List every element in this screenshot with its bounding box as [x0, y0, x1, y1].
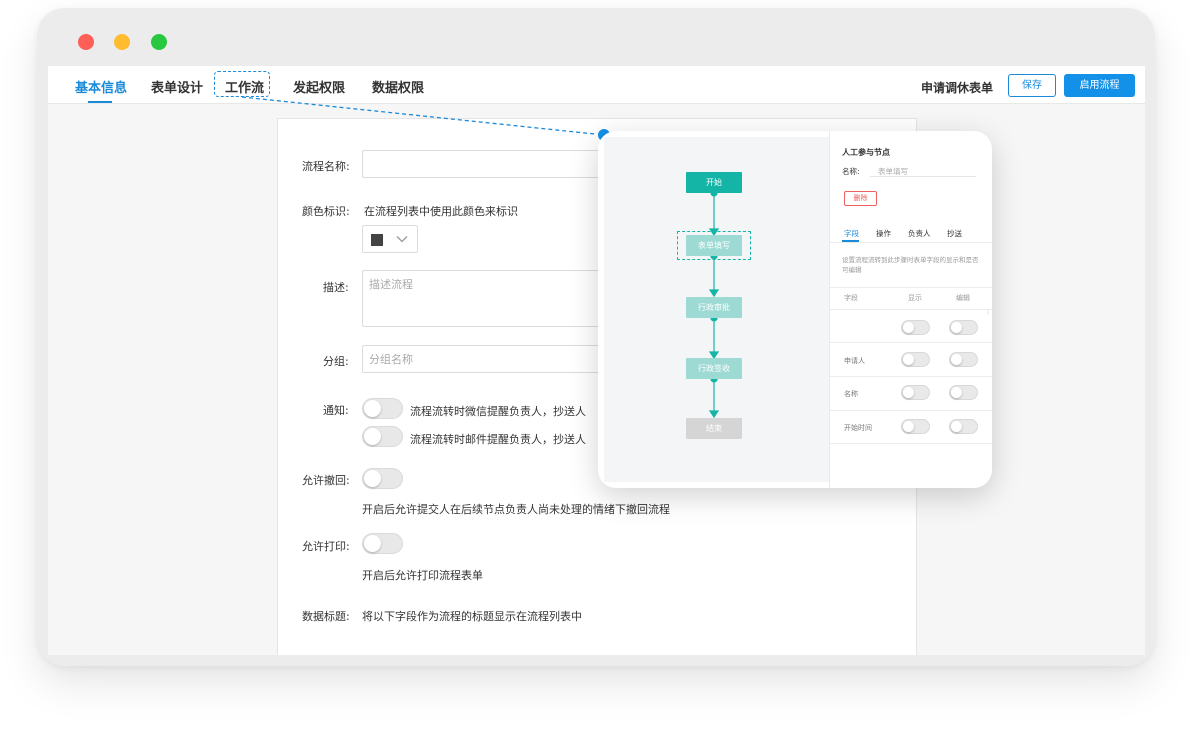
editable-toggle[interactable] — [949, 385, 978, 400]
description-label: 描述: — [323, 281, 349, 294]
visible-toggle[interactable] — [901, 385, 930, 400]
flow-node-end[interactable]: 结束 — [686, 418, 742, 439]
wechat-notify-text: 流程流转时微信提醒负责人，抄送人 — [410, 405, 586, 418]
notify-label: 通知: — [323, 404, 349, 417]
table-row-divider — [830, 342, 992, 343]
editable-toggle[interactable] — [949, 419, 978, 434]
node-name-label: 名称: — [842, 167, 860, 176]
node-settings-title: 人工参与节点 — [842, 148, 890, 157]
data-title-label: 数据标题: — [302, 610, 350, 623]
color-hint: 在流程列表中使用此颜色来标识 — [364, 205, 518, 218]
top-navigation: 基本信息 表单设计 工作流 发起权限 数据权限 申请调休表单 保存 启用流程 — [48, 66, 1145, 104]
table-divider — [830, 287, 992, 288]
email-notify-toggle[interactable] — [362, 426, 403, 447]
workflow-canvas: 开始 表单填写 行政审批 行政签收 结束 — [604, 137, 829, 482]
tab-form-design[interactable]: 表单设计 — [151, 77, 203, 96]
tab-launch-permission[interactable]: 发起权限 — [293, 77, 345, 96]
enable-workflow-button[interactable]: 启用流程 — [1064, 74, 1135, 97]
flow-node-admin-receipt[interactable]: 行政签收 — [686, 358, 742, 379]
form-title: 申请调休表单 — [921, 81, 994, 95]
column-header-editable: 编辑 — [956, 294, 970, 302]
withdraw-toggle[interactable] — [362, 468, 403, 489]
group-placeholder: 分组名称 — [369, 353, 413, 366]
table-row-field: 申请人 — [844, 357, 865, 365]
table-divider — [830, 309, 992, 310]
visible-toggle[interactable] — [901, 352, 930, 367]
scroll-indicator: ⋮ — [985, 309, 991, 316]
flow-node-form-fill[interactable]: 表单填写 — [686, 235, 742, 256]
tab-workflow[interactable]: 工作流 — [225, 77, 264, 96]
editable-toggle[interactable] — [949, 320, 978, 335]
visible-toggle[interactable] — [901, 419, 930, 434]
group-label: 分组: — [323, 355, 349, 368]
withdraw-hint: 开启后允许提交人在后续节点负责人尚未处理的情绪下撤回流程 — [362, 503, 670, 516]
print-label: 允许打印: — [302, 540, 350, 553]
table-row-field: 开始时间 — [844, 424, 872, 432]
node-settings-sidebar: 人工参与节点 名称: 表单填写 删除 字段 操作 负责人 抄送 设置流程流转到此… — [829, 131, 992, 488]
workflow-callout-panel: 开始 表单填写 行政审批 行政签收 结束 人工参与节点 名称: 表单填写 删除 … — [598, 131, 992, 488]
withdraw-label: 允许撤回: — [302, 474, 350, 487]
email-notify-text: 流程流转时邮件提醒负责人，抄送人 — [410, 433, 586, 446]
fields-description: 设置流程流转到此步骤时表单字段的显示和是否可编辑 — [842, 256, 979, 274]
tab-fields[interactable]: 字段 — [844, 228, 859, 239]
table-row-divider — [830, 410, 992, 411]
tab-cc[interactable]: 抄送 — [947, 228, 962, 239]
print-hint: 开启后允许打印流程表单 — [362, 569, 483, 582]
tab-data-permission[interactable]: 数据权限 — [372, 77, 424, 96]
column-header-field: 字段 — [844, 294, 858, 302]
maximize-window-button[interactable] — [151, 34, 167, 50]
description-placeholder: 描述流程 — [369, 278, 413, 291]
chevron-down-icon — [396, 236, 408, 243]
color-swatch — [371, 234, 383, 246]
delete-node-button[interactable]: 删除 — [844, 191, 877, 206]
tab-actions[interactable]: 操作 — [876, 228, 891, 239]
tab-assignee[interactable]: 负责人 — [908, 228, 931, 239]
table-row-field: 名称 — [844, 390, 858, 398]
node-name-underline — [870, 176, 976, 177]
tab-basic-info[interactable]: 基本信息 — [75, 77, 127, 96]
color-picker[interactable] — [362, 225, 418, 253]
visible-toggle[interactable] — [901, 320, 930, 335]
table-row-divider — [830, 376, 992, 377]
flow-node-admin-approval[interactable]: 行政审批 — [686, 297, 742, 318]
flow-node-start[interactable]: 开始 — [686, 172, 742, 193]
data-title-hint: 将以下字段作为流程的标题显示在流程列表中 — [362, 610, 582, 623]
print-toggle[interactable] — [362, 533, 403, 554]
editable-toggle[interactable] — [949, 352, 978, 367]
table-row-divider — [830, 443, 992, 444]
minimize-window-button[interactable] — [114, 34, 130, 50]
wechat-notify-toggle[interactable] — [362, 398, 403, 419]
save-button[interactable]: 保存 — [1008, 74, 1056, 97]
workflow-name-label: 流程名称: — [302, 160, 350, 173]
close-window-button[interactable] — [78, 34, 94, 50]
tab-divider — [830, 242, 992, 243]
column-header-visible: 显示 — [908, 294, 922, 302]
active-tab-indicator — [88, 101, 112, 103]
color-label: 颜色标识: — [302, 205, 350, 218]
